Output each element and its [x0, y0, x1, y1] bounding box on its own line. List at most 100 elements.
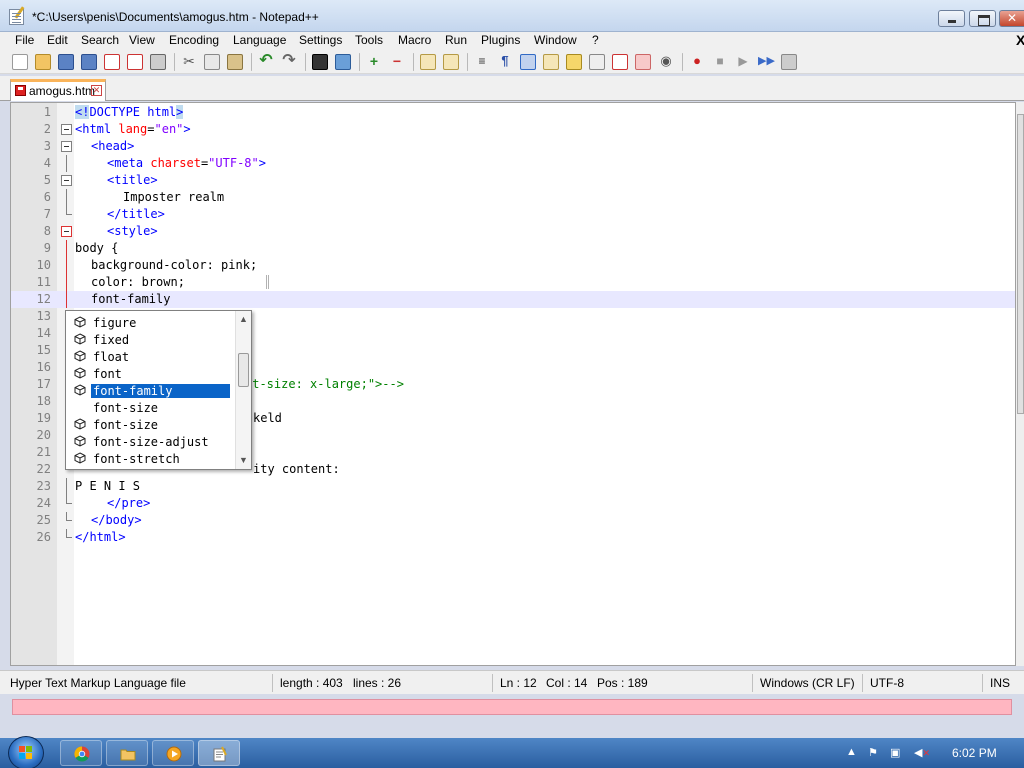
flag-icon[interactable]: ⚑ — [868, 746, 880, 759]
autocomplete-item[interactable]: font-size-adjust — [66, 433, 234, 450]
taskbar-media-player[interactable] — [152, 740, 194, 766]
menu-help[interactable]: ? — [592, 33, 599, 47]
menu-tools[interactable]: Tools — [355, 33, 383, 47]
code-line[interactable]: 6 Imposter realm — [11, 189, 1015, 206]
paste-icon[interactable] — [227, 54, 243, 70]
show-all-characters-icon[interactable]: ¶ — [497, 54, 513, 70]
code-line[interactable]: 24 </pre> — [11, 495, 1015, 512]
code-line[interactable]: 7 </title> — [11, 206, 1015, 223]
find-icon[interactable] — [312, 54, 328, 70]
doc-map-icon[interactable] — [566, 54, 582, 70]
code-line[interactable]: 8 <style> — [11, 223, 1015, 240]
editor-scrollbar[interactable] — [1016, 102, 1024, 666]
code-line[interactable]: 25 </body> — [11, 512, 1015, 529]
volume-muted-icon[interactable]: ◀✕ — [914, 746, 930, 759]
code-line[interactable]: 10 background-color: pink; — [11, 257, 1015, 274]
code-line[interactable]: 9 body { — [11, 240, 1015, 257]
toolbar-separator — [174, 53, 175, 71]
menu-file[interactable]: File — [15, 33, 34, 47]
eye-icon[interactable]: ◉ — [658, 54, 674, 70]
monitoring-icon[interactable] — [635, 54, 651, 70]
fold-end — [66, 529, 72, 538]
fold-toggle-icon[interactable] — [61, 124, 72, 135]
tab-amogus[interactable]: amogus.htm ✕ — [10, 79, 106, 101]
code-line[interactable]: 5 <title> — [11, 172, 1015, 189]
autocomplete-item[interactable]: fixed — [66, 331, 234, 348]
code-line[interactable]: 4 <meta charset="UTF-8"> — [11, 155, 1015, 172]
menu-plugins[interactable]: Plugins — [481, 33, 520, 47]
code-line[interactable]: 3 <head> — [11, 138, 1015, 155]
replace-icon[interactable] — [335, 54, 351, 70]
run-macro-multiple-icon[interactable]: ▶▶ — [758, 54, 775, 70]
autocomplete-item[interactable]: font-size — [66, 399, 234, 416]
scroll-up-arrow-icon[interactable]: ▲ — [239, 314, 248, 324]
autocomplete-item[interactable]: float — [66, 348, 234, 365]
fold-toggle-icon[interactable] — [61, 141, 72, 152]
menu-settings[interactable]: Settings — [299, 33, 342, 47]
close-document-icon[interactable]: X — [1016, 32, 1024, 48]
play-macro-icon[interactable]: ▶ — [735, 54, 751, 70]
autocomplete-item-selected[interactable]: font-family — [66, 382, 234, 399]
menu-search[interactable]: Search — [81, 33, 119, 47]
close-button[interactable] — [999, 10, 1024, 27]
fold-toggle-icon[interactable] — [61, 226, 72, 237]
stop-macro-icon[interactable]: ■ — [712, 54, 728, 70]
fold-toggle-icon[interactable] — [61, 175, 72, 186]
code-line[interactable]: 1 <!DOCTYPE html> — [11, 104, 1015, 121]
cut-icon[interactable]: ✂ — [181, 54, 197, 70]
scrollbar-thumb[interactable] — [238, 353, 249, 387]
sync-vertical-icon[interactable] — [420, 54, 436, 70]
menu-edit[interactable]: Edit — [47, 33, 68, 47]
network-icon[interactable]: ▣ — [890, 746, 902, 759]
function-list-icon[interactable] — [589, 54, 605, 70]
save-icon[interactable] — [58, 54, 74, 70]
tab-close-icon[interactable]: ✕ — [91, 85, 102, 96]
taskbar-notepadpp[interactable] — [198, 740, 240, 766]
close-all-icon[interactable] — [127, 54, 143, 70]
menu-language[interactable]: Language — [233, 33, 286, 47]
save-macro-icon[interactable] — [781, 54, 797, 70]
print-icon[interactable] — [150, 54, 166, 70]
taskbar-explorer[interactable] — [106, 740, 148, 766]
autocomplete-scrollbar[interactable]: ▲ ▼ — [235, 311, 251, 469]
start-button[interactable] — [8, 736, 44, 768]
sync-horizontal-icon[interactable] — [443, 54, 459, 70]
new-file-icon[interactable] — [12, 54, 28, 70]
autocomplete-item[interactable]: font — [66, 365, 234, 382]
autocomplete-item[interactable]: figure — [66, 314, 234, 331]
undo-icon[interactable]: ↶ — [258, 53, 274, 70]
taskbar-chrome[interactable] — [60, 740, 102, 766]
open-file-icon[interactable] — [35, 54, 51, 70]
menu-view[interactable]: View — [129, 33, 155, 47]
folder-as-workspace-icon[interactable] — [612, 54, 628, 70]
autocomplete-item[interactable]: font-stretch — [66, 450, 234, 467]
code-line[interactable]: 11 color: brown; — [11, 274, 1015, 291]
close-file-icon[interactable] — [104, 54, 120, 70]
menu-encoding[interactable]: Encoding — [169, 33, 219, 47]
menu-window[interactable]: Window — [534, 33, 577, 47]
record-macro-icon[interactable]: ● — [689, 54, 705, 70]
autocomplete-item[interactable]: font-size — [66, 416, 234, 433]
indent-guide-icon[interactable] — [520, 54, 536, 70]
autocomplete-popup[interactable]: figure fixed float font font-family font… — [65, 310, 252, 470]
minimize-button[interactable] — [938, 10, 965, 27]
zoom-in-icon[interactable]: + — [366, 54, 382, 70]
word-wrap-icon[interactable]: ≡ — [474, 54, 490, 70]
taskbar-clock[interactable]: 6:02 PM — [952, 746, 997, 760]
copy-icon[interactable] — [204, 54, 220, 70]
menu-run[interactable]: Run — [445, 33, 467, 47]
user-language-icon[interactable] — [543, 54, 559, 70]
scrollbar-thumb[interactable] — [1017, 114, 1024, 414]
show-hidden-icons-icon[interactable]: ▲ — [846, 746, 858, 758]
code-line[interactable]: 2 <html lang="en"> — [11, 121, 1015, 138]
menu-macro[interactable]: Macro — [398, 33, 431, 47]
maximize-button[interactable] — [969, 10, 996, 27]
code-line-current[interactable]: 12 font-family — [11, 291, 1015, 308]
code-line[interactable]: 23 P E N I S — [11, 478, 1015, 495]
scroll-down-arrow-icon[interactable]: ▼ — [239, 455, 248, 465]
save-all-icon[interactable] — [81, 54, 97, 70]
code-line[interactable]: 26 </html> — [11, 529, 1015, 546]
zoom-out-icon[interactable]: − — [389, 54, 405, 70]
redo-icon[interactable]: ↷ — [281, 53, 297, 70]
taskbar: ▲ ⚑ ▣ ◀✕ 6:02 PM — [0, 736, 1024, 768]
